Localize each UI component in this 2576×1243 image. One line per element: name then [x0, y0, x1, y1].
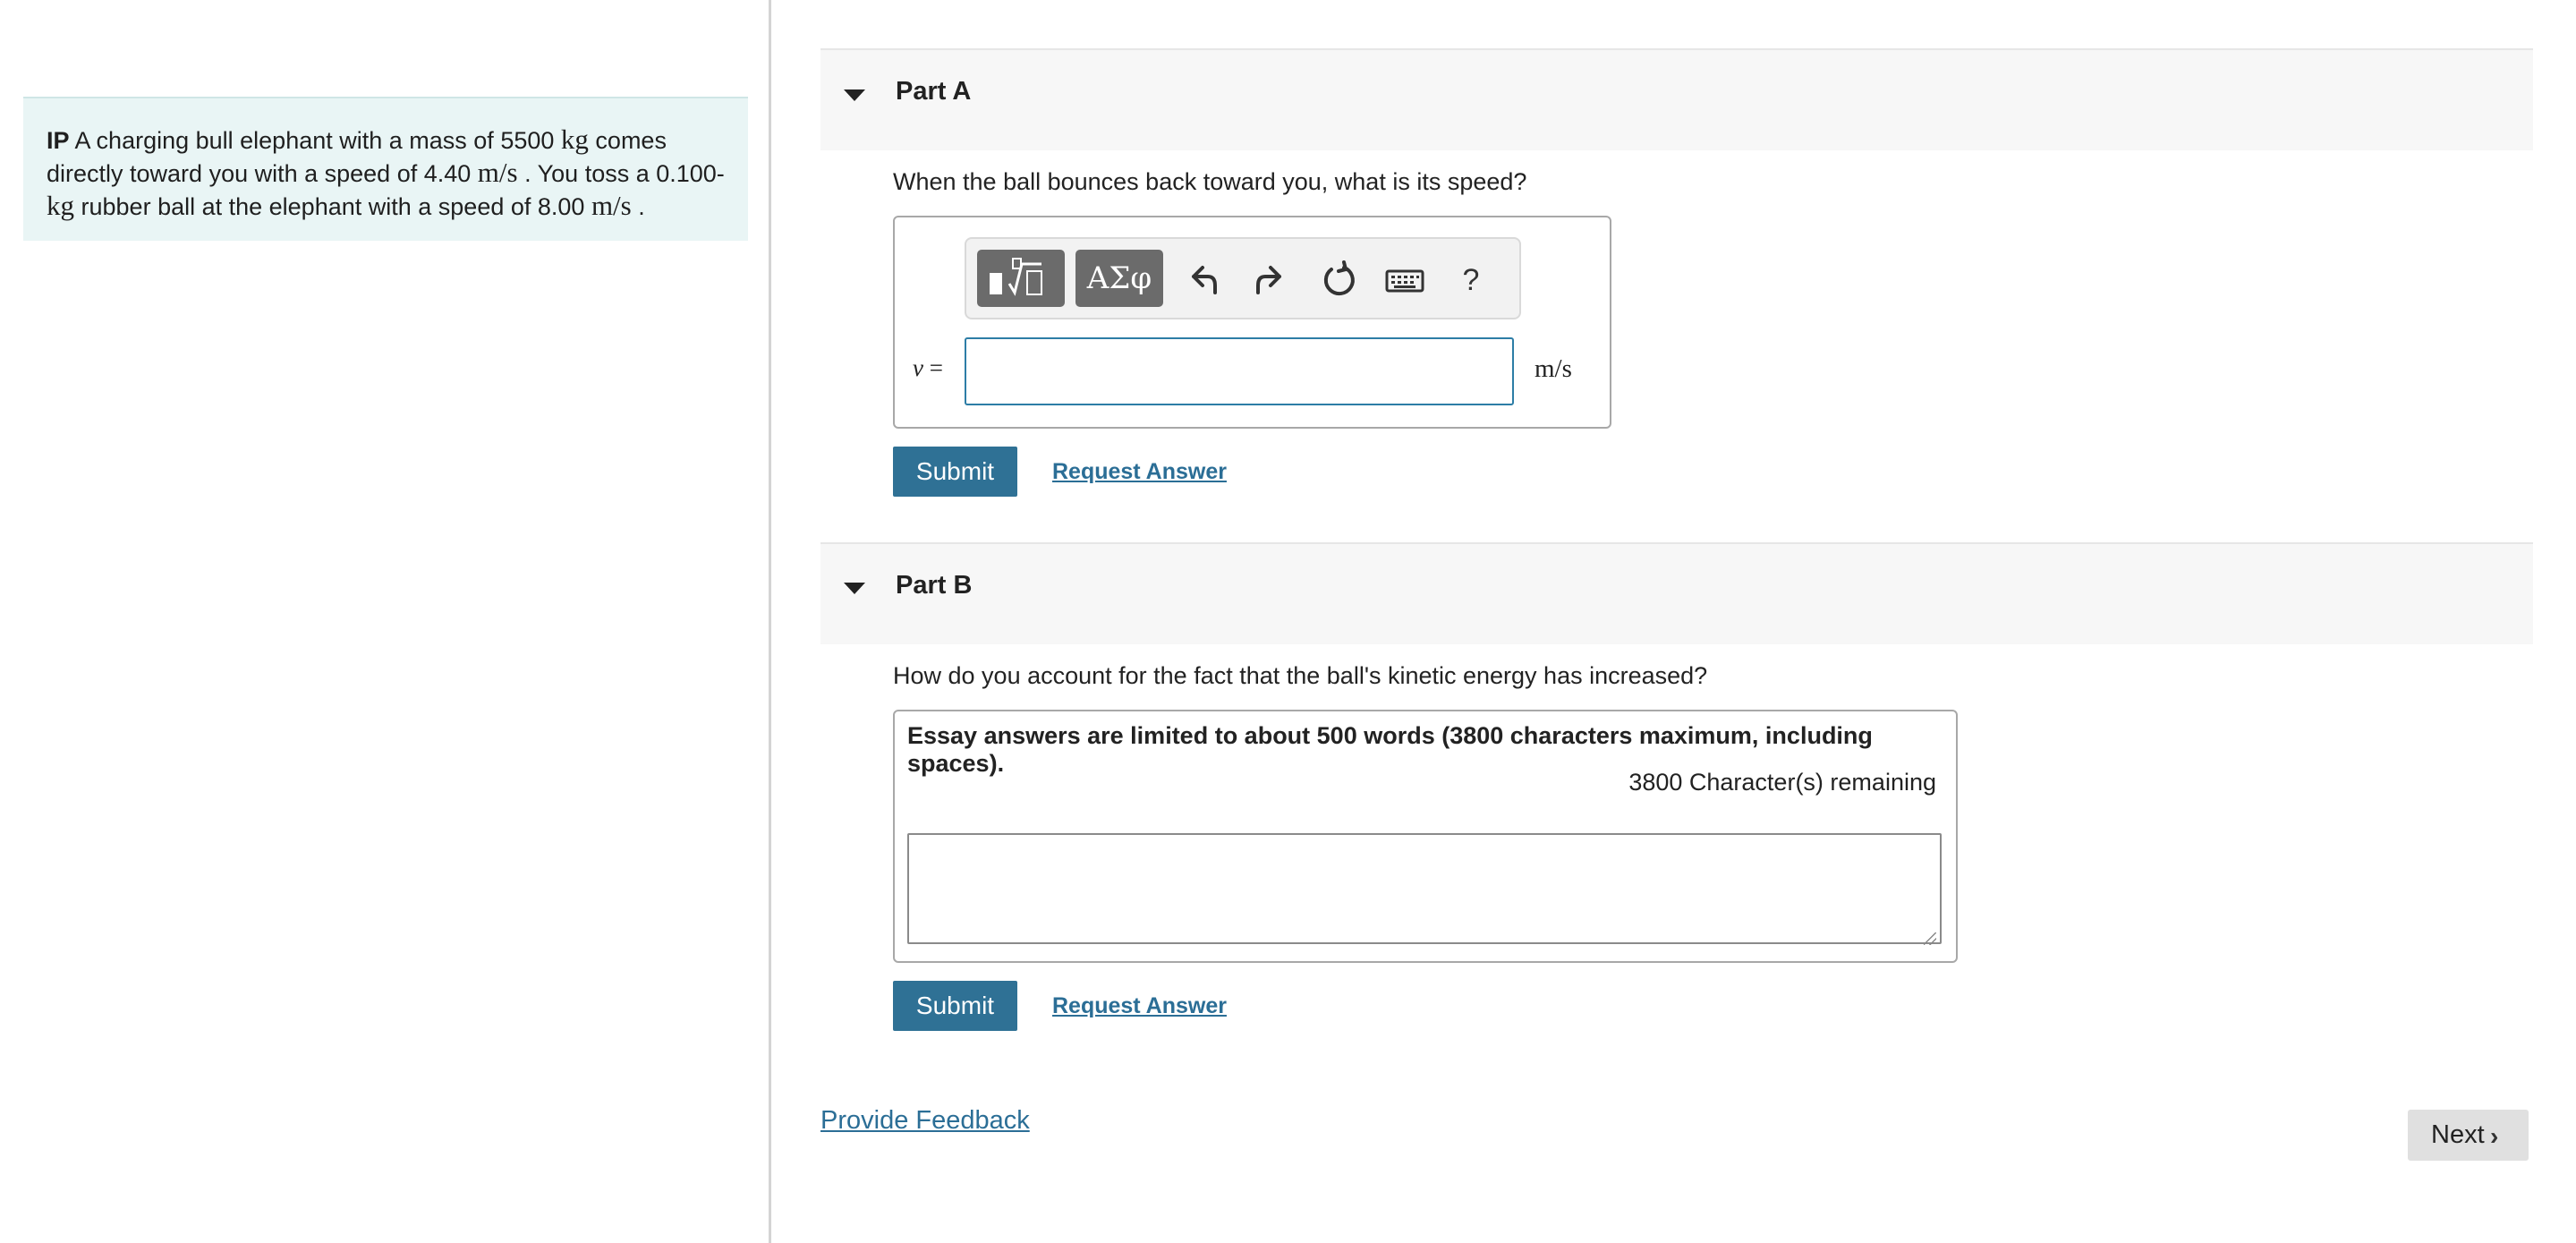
chevron-right-icon: › — [2490, 1122, 2499, 1150]
redo-icon[interactable] — [1249, 259, 1292, 302]
greek-symbols-button[interactable]: ΑΣφ — [1075, 250, 1163, 307]
characters-remaining: 3800 Character(s) remaining — [1628, 769, 1936, 796]
part-b-request-answer-link[interactable]: Request Answer — [1052, 993, 1227, 1019]
templates-icon — [990, 258, 1042, 296]
part-b-essay-box: Essay answers are limited to about 500 w… — [893, 710, 1958, 963]
part-a-header[interactable]: Part A — [820, 48, 2533, 150]
resize-grip-icon[interactable] — [1924, 932, 1936, 945]
undo-icon[interactable] — [1181, 259, 1224, 302]
next-button[interactable]: Next › — [2408, 1110, 2529, 1161]
problem-pane: IP A charging bull elephant with a mass … — [0, 0, 771, 1243]
math-toolbar: ΑΣφ ? — [965, 237, 1521, 319]
collapse-caret-icon[interactable] — [844, 583, 865, 594]
keyboard-icon[interactable] — [1383, 259, 1426, 302]
collapse-caret-icon[interactable] — [844, 89, 865, 101]
part-a-answer-box: ΑΣφ ? v = m/s — [893, 216, 1611, 429]
templates-button[interactable] — [977, 250, 1065, 307]
equals-sign: = — [929, 354, 943, 381]
part-a-request-answer-link[interactable]: Request Answer — [1052, 459, 1227, 485]
provide-feedback-link[interactable]: Provide Feedback — [820, 1106, 1030, 1136]
answer-unit: m/s — [1535, 354, 1572, 383]
part-a-title: Part A — [896, 77, 972, 106]
part-b-submit-button[interactable]: Submit — [893, 981, 1017, 1031]
part-b-title: Part B — [896, 571, 973, 600]
part-a-question: When the ball bounces back toward you, w… — [893, 168, 1527, 195]
variable-symbol: v — [913, 354, 923, 381]
problem-prefix: IP — [47, 127, 70, 154]
part-b-header[interactable]: Part B — [820, 542, 2533, 644]
problem-text-4: rubber ball at the elephant with a speed… — [81, 193, 585, 220]
problem-text-1: A charging bull elephant with a mass of … — [74, 127, 555, 154]
problem-statement: IP A charging bull elephant with a mass … — [23, 97, 748, 241]
part-a-submit-button[interactable]: Submit — [893, 447, 1017, 497]
part-b-question: How do you account for the fact that the… — [893, 662, 1708, 689]
reset-icon[interactable] — [1317, 259, 1360, 302]
essay-textarea[interactable] — [907, 833, 1942, 944]
speed-answer-input[interactable] — [965, 337, 1514, 405]
unit-kg: kg — [560, 123, 589, 155]
problem-text-5: . — [638, 193, 645, 220]
unit-ms: m/s — [477, 157, 518, 188]
next-label: Next — [2431, 1120, 2485, 1149]
help-button[interactable]: ? — [1450, 259, 1492, 302]
unit-kg-2: kg — [47, 190, 74, 221]
variable-label: v = — [913, 354, 943, 382]
problem-text-3: . You toss a 0.100- — [524, 160, 725, 187]
unit-ms-2: m/s — [591, 190, 632, 221]
